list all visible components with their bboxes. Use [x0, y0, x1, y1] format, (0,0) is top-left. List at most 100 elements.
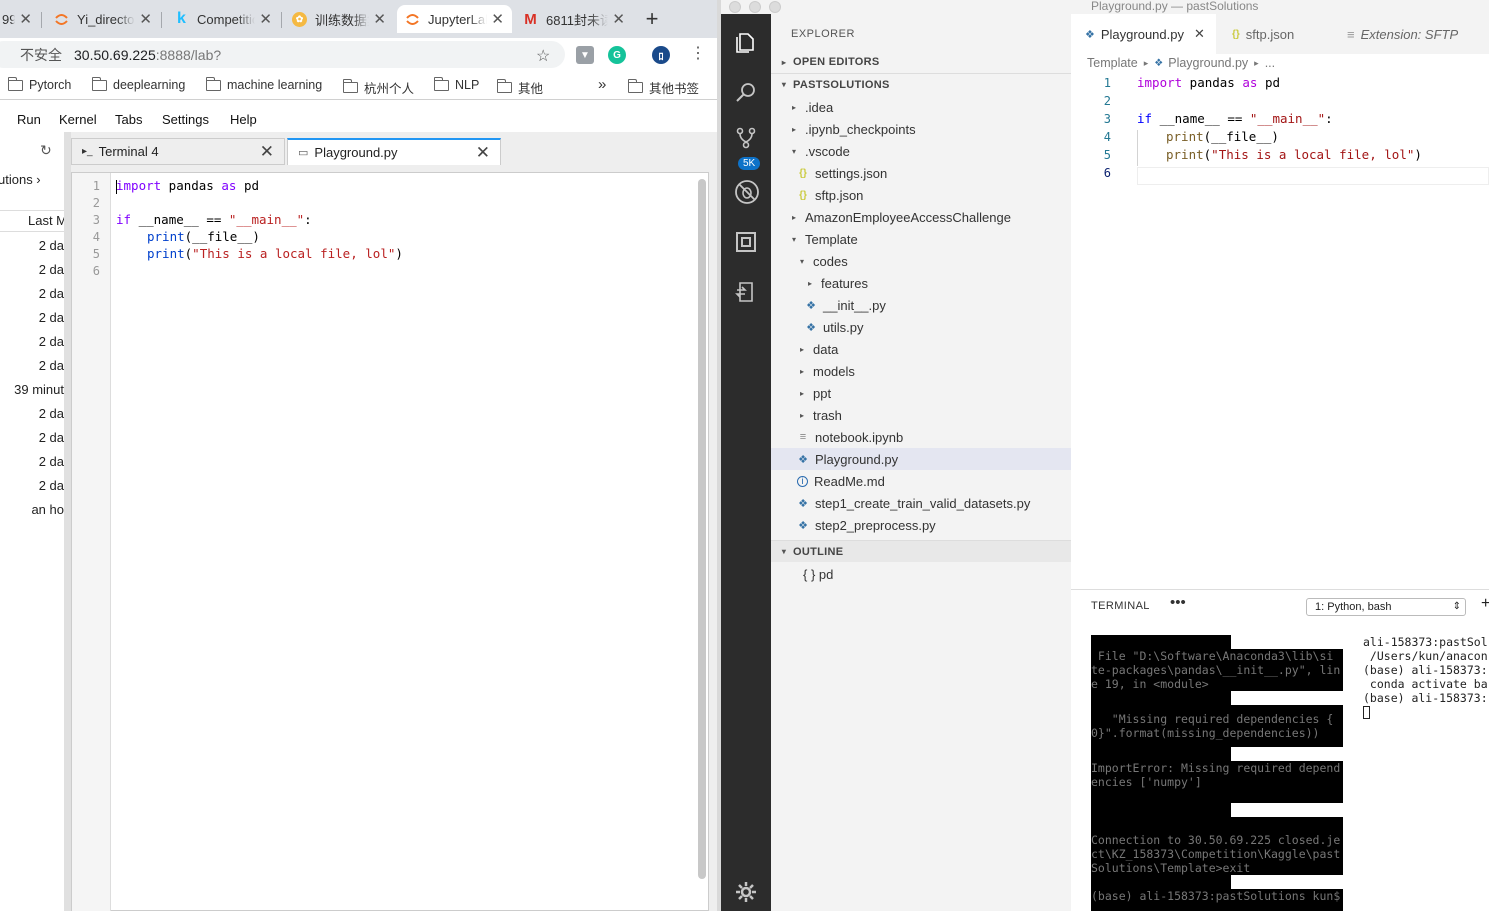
list-item[interactable]: 2 da — [0, 310, 64, 328]
close-window-button[interactable] — [729, 1, 741, 13]
other-bookmarks[interactable]: 其他书签 — [627, 78, 699, 97]
extension-icon[interactable]: ▼ — [576, 46, 594, 64]
tree-item[interactable]: ▸ AmazonEmployeeAccessChallenge — [771, 206, 1071, 228]
tab-playground-py[interactable]: ❖ Playground.py ✕ — [1071, 14, 1216, 54]
list-item[interactable]: 2 da — [0, 358, 64, 376]
close-icon[interactable]: ✕ — [612, 10, 625, 28]
tree-item[interactable]: ▾ Template — [771, 228, 1071, 250]
browser-tab-5[interactable]: M 6811封未读 ✕ — [515, 5, 633, 33]
menu-settings[interactable]: Settings — [162, 112, 209, 127]
bookmark-pytorch[interactable]: Pytorch — [7, 76, 71, 92]
source-control-icon[interactable] — [734, 126, 758, 150]
list-item[interactable]: 2 da — [0, 286, 64, 304]
tree-item[interactable]: ▾ .vscode — [771, 140, 1071, 162]
debug-icon[interactable] — [734, 179, 759, 204]
tree-item[interactable]: ▸ data — [771, 338, 1071, 360]
bookmark-nlp[interactable]: NLP — [433, 76, 479, 92]
explorer-icon[interactable] — [734, 31, 758, 55]
outline-item-pd[interactable]: { } pd — [771, 563, 1071, 585]
tree-item[interactable]: i ReadMe.md — [771, 470, 1071, 492]
panel-splitter[interactable] — [64, 132, 71, 911]
new-terminal-button[interactable]: + — [1481, 595, 1489, 613]
bookmarks-more-button[interactable]: » — [598, 76, 606, 93]
close-icon[interactable]: ✕ — [1194, 26, 1205, 42]
tree-item[interactable]: ❖ __init__.py — [771, 294, 1071, 316]
new-tab-button[interactable]: + — [640, 7, 664, 31]
list-item[interactable]: 2 da — [0, 262, 64, 280]
browser-tab-4[interactable]: JupyterLab ✕ — [397, 5, 512, 33]
tree-item[interactable]: ❖ step2_preprocess.py — [771, 514, 1071, 536]
tree-item[interactable]: ❖ Playground.py — [771, 448, 1071, 470]
browser-tab-0[interactable]: 99 ✕ — [0, 5, 40, 33]
close-icon[interactable]: ✕ — [373, 10, 386, 28]
breadcrumb-item[interactable]: Playground.py — [1168, 56, 1248, 70]
tab-extension-sftp[interactable]: ≡ Extension: SFTP — [1333, 14, 1489, 54]
list-item[interactable]: 2 da — [0, 334, 64, 352]
tree-item[interactable]: {} settings.json — [771, 162, 1071, 184]
tree-item[interactable]: {} sftp.json — [771, 184, 1071, 206]
close-icon[interactable]: ✕ — [139, 10, 152, 28]
section-outline[interactable]: ▾ OUTLINE — [771, 540, 1071, 562]
remote-sftp-icon[interactable] — [734, 280, 758, 304]
terminal-left[interactable]: File "D:\Software\Anaconda3\lib\si te-pa… — [1091, 635, 1343, 911]
browser-tab-2[interactable]: k Competition ✕ — [166, 5, 280, 33]
tree-item[interactable]: ▸ .idea — [771, 96, 1071, 118]
menu-kernel[interactable]: Kernel — [59, 112, 97, 127]
grammarly-icon[interactable]: G — [608, 46, 626, 64]
tree-item[interactable]: ▸ models — [771, 360, 1071, 382]
menu-tabs[interactable]: Tabs — [115, 112, 142, 127]
menu-help[interactable]: Help — [230, 112, 257, 127]
gear-icon[interactable] — [734, 880, 758, 904]
tree-item[interactable]: ▸ features — [771, 272, 1071, 294]
tree-item[interactable]: ▸ trash — [771, 404, 1071, 426]
list-item[interactable]: 2 da — [0, 430, 64, 448]
tab-sftp-json[interactable]: {} sftp.json — [1218, 14, 1331, 54]
close-icon[interactable]: ✕ — [260, 142, 274, 162]
maximize-window-button[interactable] — [769, 1, 781, 13]
minimize-window-button[interactable] — [749, 1, 761, 13]
breadcrumb-item[interactable]: ... — [1265, 56, 1275, 70]
list-item[interactable]: an ho — [0, 502, 64, 520]
profile-avatar[interactable]: ﾛ — [652, 46, 670, 64]
section-pastsolutions[interactable]: ▾ PASTSOLUTIONS — [771, 73, 1071, 95]
refresh-icon[interactable]: ↻ — [40, 142, 52, 159]
breadcrumb[interactable]: utions › — [0, 172, 41, 187]
breadcrumb-item[interactable]: Template — [1087, 56, 1138, 70]
bookmark-star-icon[interactable]: ☆ — [536, 46, 550, 66]
bookmark-deeplearning[interactable]: deeplearning — [91, 76, 185, 92]
close-icon[interactable]: ✕ — [476, 143, 490, 163]
list-item[interactable]: 2 da — [0, 454, 64, 472]
tree-item[interactable]: ▸ .ipynb_checkpoints — [771, 118, 1071, 140]
tree-item[interactable]: ≡ notebook.ipynb — [771, 426, 1071, 448]
tree-item[interactable]: ❖ step1_create_train_valid_datasets.py — [771, 492, 1071, 514]
close-icon[interactable]: ✕ — [19, 10, 32, 28]
list-item[interactable]: 2 da — [0, 478, 64, 496]
browser-tab-3[interactable]: ✿ 训练数据集 ✕ — [284, 5, 394, 33]
list-item[interactable]: 2 da — [0, 406, 64, 424]
menu-kebab-icon[interactable]: ⋮ — [690, 43, 706, 63]
panel-tab-terminal[interactable]: TERMINAL — [1091, 600, 1150, 612]
list-item[interactable]: 2 da — [0, 238, 64, 256]
section-open-editors[interactable]: ▸ OPEN EDITORS — [771, 51, 1071, 73]
browser-tab-1[interactable]: Yi_directory ✕ — [46, 5, 160, 33]
search-icon[interactable] — [734, 81, 758, 105]
more-actions-icon[interactable]: ••• — [1170, 594, 1186, 611]
tab-playground-py[interactable]: ▭ Playground.py ✕ — [287, 138, 501, 165]
tab-terminal-4[interactable]: ▸_ Terminal 4 ✕ — [71, 138, 285, 165]
list-item[interactable]: 39 minut — [0, 382, 64, 400]
address-bar[interactable]: 不安全 30.50.69.225:8888/lab? — [0, 41, 565, 68]
insecure-label[interactable]: 不安全 — [20, 45, 62, 65]
tree-item[interactable]: ❖ utils.py — [771, 316, 1071, 338]
extensions-icon[interactable] — [734, 230, 758, 254]
column-header-last-modified[interactable]: Last M — [0, 210, 64, 232]
tree-item[interactable]: ▾ codes — [771, 250, 1071, 272]
terminal-right[interactable]: ali-158373:pastSol /Users/kun/anacon (ba… — [1363, 635, 1489, 911]
close-icon[interactable]: ✕ — [259, 10, 272, 28]
bookmark-hangzhou[interactable]: 杭州个人 — [342, 78, 414, 97]
terminal-select[interactable]: 1: Python, bash — [1306, 598, 1466, 616]
bookmark-other[interactable]: 其他 — [496, 78, 543, 97]
close-icon[interactable]: ✕ — [491, 10, 504, 28]
menu-run[interactable]: Run — [17, 112, 41, 127]
bookmark-machine-learning[interactable]: machine learning — [205, 76, 322, 92]
code-editor[interactable]: 1 2 3 4 5 6 import pandas as pd if __nam… — [71, 172, 709, 911]
